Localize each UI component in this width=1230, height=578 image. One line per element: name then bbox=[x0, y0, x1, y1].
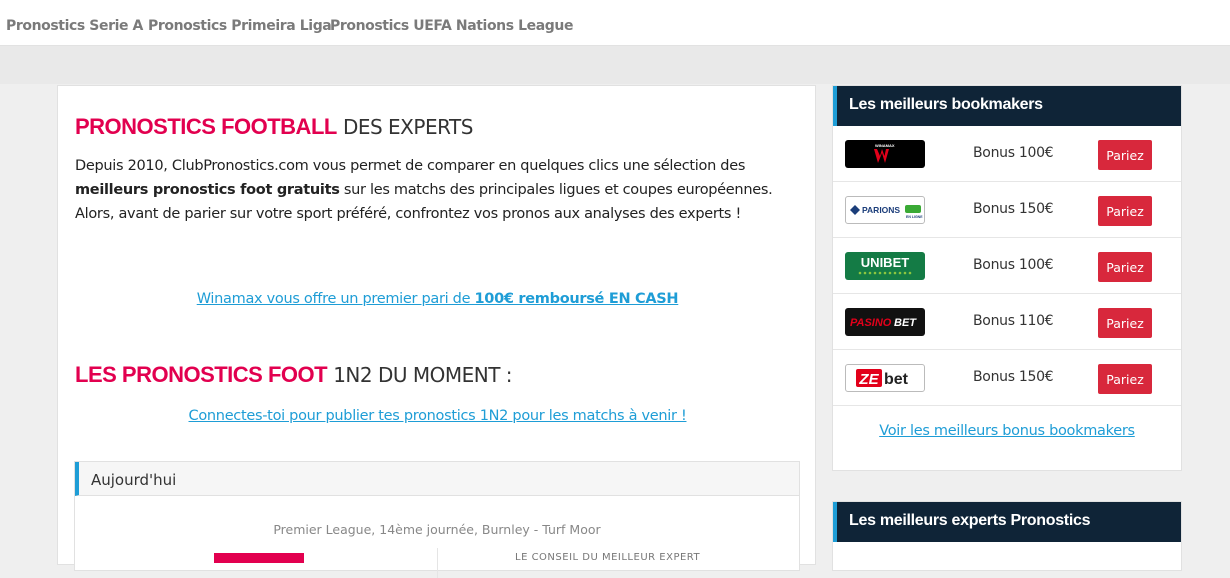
bookmaker-row: WINAMAX Bonus 100€ Pariez bbox=[833, 126, 1181, 182]
parions-sport-logo-icon[interactable]: PARIONS EN LIGNE bbox=[845, 196, 925, 224]
svg-text:BET: BET bbox=[894, 317, 917, 329]
page-title: PRONOSTICS FOOTBALL DES EXPERTS bbox=[75, 114, 473, 140]
pariez-button[interactable]: Pariez bbox=[1098, 364, 1152, 394]
header-band bbox=[0, 46, 1230, 84]
pariez-button[interactable]: Pariez bbox=[1098, 140, 1152, 170]
top-navigation: Pronostics Serie A Pronostics Primeira L… bbox=[0, 0, 1230, 46]
pariez-button[interactable]: Pariez bbox=[1098, 196, 1152, 226]
svg-text:ZE: ZE bbox=[858, 371, 879, 388]
team-color-bar bbox=[214, 553, 304, 563]
promo-text: Winamax vous offre un premier pari de bbox=[196, 291, 475, 307]
pariez-button[interactable]: Pariez bbox=[1098, 308, 1152, 338]
unibet-logo-icon[interactable]: UNIBET bbox=[845, 252, 925, 280]
bookmakers-title: Les meilleurs bookmakers bbox=[849, 96, 1043, 113]
zebet-logo-icon[interactable]: ZE bet bbox=[845, 364, 925, 392]
bookmakers-widget: Les meilleurs bookmakers WINAMAX Bonus 1… bbox=[832, 85, 1182, 471]
bookmaker-row: UNIBET Bonus 100€ Pariez bbox=[833, 238, 1181, 294]
bonus-amount: Bonus 150€ bbox=[973, 201, 1054, 217]
expert-advice-label: LE CONSEIL DU MEILLEUR EXPERT bbox=[515, 552, 701, 563]
connect-row: Connectes-toi pour publier tes pronostic… bbox=[58, 408, 817, 424]
nav-link-nations-league[interactable]: Pronostics UEFA Nations League bbox=[330, 18, 573, 34]
pasinobet-logo-icon[interactable]: PASINO BET bbox=[845, 308, 925, 336]
divider bbox=[437, 548, 438, 578]
intro-text-1: Depuis 2010, ClubPronostics.com vous per… bbox=[75, 158, 746, 174]
today-header: Aujourd'hui bbox=[75, 462, 799, 496]
svg-text:UNIBET: UNIBET bbox=[861, 255, 909, 270]
today-panel: Aujourd'hui Premier League, 14ème journé… bbox=[74, 461, 800, 578]
experts-widget: Les meilleurs experts Pronostics bbox=[832, 501, 1182, 571]
intro-bold: meilleurs pronostics foot gratuits bbox=[75, 182, 340, 198]
section-title-rest: 1N2 DU MOMENT : bbox=[333, 363, 513, 387]
bookmaker-row: PASINO BET Bonus 110€ Pariez bbox=[833, 294, 1181, 350]
winamax-promo-link[interactable]: Winamax vous offre un premier pari de 10… bbox=[197, 291, 679, 307]
bookmakers-header: Les meilleurs bookmakers bbox=[833, 86, 1181, 126]
experts-title: Les meilleurs experts Pronostics bbox=[849, 512, 1091, 529]
section-title: LES PRONOSTICS FOOT 1N2 DU MOMENT : bbox=[75, 362, 513, 388]
page-title-strong: PRONOSTICS FOOTBALL bbox=[75, 114, 337, 139]
connect-link[interactable]: Connectes-toi pour publier tes pronostic… bbox=[189, 408, 687, 424]
svg-text:PARIONS: PARIONS bbox=[862, 205, 900, 215]
bonus-amount: Bonus 110€ bbox=[973, 313, 1054, 329]
intro-paragraph: Depuis 2010, ClubPronostics.com vous per… bbox=[75, 154, 795, 226]
today-label: Aujourd'hui bbox=[91, 471, 177, 489]
bonus-amount: Bonus 100€ bbox=[973, 145, 1054, 161]
experts-header: Les meilleurs experts Pronostics bbox=[833, 502, 1181, 542]
bookmaker-row: PARIONS EN LIGNE Bonus 150€ Pariez bbox=[833, 182, 1181, 238]
svg-text:bet: bet bbox=[884, 371, 909, 388]
nav-link-serie-a[interactable]: Pronostics Serie A bbox=[6, 18, 143, 34]
bonus-amount: Bonus 150€ bbox=[973, 369, 1054, 385]
svg-text:EN LIGNE: EN LIGNE bbox=[906, 215, 923, 219]
promo-bold: 100€ remboursé EN CASH bbox=[474, 291, 679, 307]
main-content: PRONOSTICS FOOTBALL DES EXPERTS Depuis 2… bbox=[57, 85, 817, 578]
svg-text:PASINO: PASINO bbox=[850, 317, 892, 329]
more-bonus-link[interactable]: Voir les meilleurs bonus bookmakers bbox=[879, 423, 1135, 439]
promo-banner: Winamax vous offre un premier pari de 10… bbox=[58, 291, 817, 307]
nav-link-primeira-liga[interactable]: Pronostics Primeira Liga bbox=[148, 18, 332, 34]
pariez-button[interactable]: Pariez bbox=[1098, 252, 1152, 282]
winamax-logo-icon[interactable]: WINAMAX bbox=[845, 140, 925, 168]
bonus-amount: Bonus 100€ bbox=[973, 257, 1054, 273]
match-info: Premier League, 14ème journée, Burnley -… bbox=[273, 522, 601, 537]
svg-text:WINAMAX: WINAMAX bbox=[875, 143, 895, 148]
page-title-rest: DES EXPERTS bbox=[342, 115, 473, 139]
section-title-strong: LES PRONOSTICS FOOT bbox=[75, 362, 328, 387]
bookmaker-row: ZE bet Bonus 150€ Pariez bbox=[833, 350, 1181, 406]
more-bonus-row: Voir les meilleurs bonus bookmakers bbox=[833, 423, 1181, 439]
